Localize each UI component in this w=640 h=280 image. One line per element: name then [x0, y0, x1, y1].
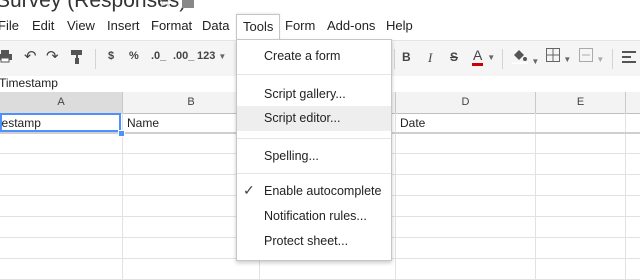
- cell-d1[interactable]: Date: [400, 116, 425, 130]
- italic-button[interactable]: I: [428, 50, 432, 66]
- fill-handle[interactable]: [118, 130, 125, 137]
- more-formats-label: 123: [197, 50, 216, 62]
- paint-format-icon[interactable]: [70, 49, 84, 67]
- checkmark-icon: ✓: [243, 182, 255, 198]
- menu-item-label: Enable autocomplete: [264, 184, 382, 198]
- menu-item-label: Notification rules...: [264, 209, 367, 223]
- strikethrough-button[interactable]: S: [450, 50, 458, 64]
- merge-cells-button[interactable]: ▼: [579, 48, 604, 65]
- menu-item-label: Create a form: [264, 49, 341, 63]
- folder-icon[interactable]: [182, 0, 194, 8]
- chevron-down-icon: ▼: [596, 55, 605, 64]
- menu-help[interactable]: Help: [386, 18, 413, 33]
- chevron-down-icon: ▼: [563, 55, 572, 64]
- menu-addons[interactable]: Add-ons: [327, 18, 375, 33]
- menu-item-script-gallery[interactable]: Script gallery...: [237, 82, 391, 107]
- menu-data[interactable]: Data: [202, 18, 229, 33]
- column-header-a[interactable]: A: [0, 92, 123, 113]
- more-formats-button[interactable]: 123 ▼: [197, 50, 226, 62]
- borders-icon: [546, 48, 560, 62]
- menu-tools[interactable]: Tools: [243, 19, 273, 34]
- grid-line: [535, 113, 536, 280]
- active-cell-outline: [0, 113, 121, 132]
- menu-separator: [237, 74, 391, 75]
- chevron-down-icon: ▼: [531, 57, 540, 66]
- menu-separator: [237, 173, 391, 174]
- menu-item-label: Script gallery...: [264, 87, 346, 101]
- menu-item-create-form[interactable]: Create a form: [237, 44, 391, 69]
- paint-bucket-icon: [512, 50, 528, 64]
- undo-icon[interactable]: ↶: [24, 47, 37, 65]
- toolbar-separator: [502, 49, 503, 69]
- grid-line: [395, 113, 396, 280]
- star-icon[interactable]: ☆: [157, 0, 173, 12]
- increase-decimals-button[interactable]: .00_: [173, 50, 194, 62]
- menu-item-enable-autocomplete[interactable]: ✓ Enable autocomplete: [237, 179, 391, 204]
- text-color-label: A: [472, 47, 484, 66]
- menu-separator: [237, 138, 391, 139]
- menu-item-label: Script editor...: [264, 111, 341, 125]
- toolbar-separator: [394, 49, 395, 69]
- formula-value[interactable]: Timestamp: [0, 76, 58, 90]
- title-bar: Survey (Responses) ☆: [0, 0, 640, 14]
- menu-form[interactable]: Form: [285, 18, 315, 33]
- align-left-icon[interactable]: [622, 51, 636, 66]
- decrease-decimals-button[interactable]: .0_: [151, 50, 166, 62]
- menu-tools-active[interactable]: Tools: [236, 14, 280, 40]
- grid-line: [625, 113, 626, 280]
- column-header-d[interactable]: D: [396, 92, 536, 113]
- grid-line: [122, 113, 123, 280]
- borders-button[interactable]: ▼: [546, 48, 571, 65]
- menu-edit[interactable]: Edit: [32, 18, 54, 33]
- menu-bar: File Edit View Insert Format Data Tools …: [0, 14, 640, 40]
- cell-b1[interactable]: Name: [127, 116, 159, 130]
- fill-color-button[interactable]: ▼: [512, 48, 539, 67]
- menu-item-protect-sheet[interactable]: Protect sheet...: [237, 229, 391, 254]
- toolbar-separator: [95, 49, 96, 69]
- bold-button[interactable]: B: [402, 50, 411, 64]
- menu-insert[interactable]: Insert: [107, 18, 140, 33]
- print-icon[interactable]: [0, 49, 12, 66]
- menu-view[interactable]: View: [67, 18, 95, 33]
- menu-item-label: Spelling...: [264, 149, 319, 163]
- text-color-button[interactable]: A ▼: [472, 47, 496, 66]
- menu-item-spelling[interactable]: Spelling...: [237, 144, 391, 169]
- column-header-e[interactable]: E: [536, 92, 626, 113]
- chevron-down-icon: ▼: [218, 52, 227, 61]
- menu-item-label: Protect sheet...: [264, 234, 349, 248]
- merge-cells-icon: [579, 48, 593, 62]
- currency-format-button[interactable]: $: [108, 50, 114, 62]
- column-header-f[interactable]: [626, 92, 640, 113]
- menu-item-script-editor[interactable]: Script editor...: [237, 106, 391, 131]
- tools-dropdown-menu: Create a form Script gallery... Script e…: [236, 39, 392, 261]
- toolbar-separator: [612, 49, 613, 69]
- redo-icon[interactable]: ↷: [46, 47, 59, 65]
- menu-format[interactable]: Format: [151, 18, 192, 33]
- percent-format-button[interactable]: %: [129, 50, 139, 62]
- chevron-down-icon: ▼: [487, 53, 496, 62]
- menu-item-notification-rules[interactable]: Notification rules...: [237, 204, 391, 229]
- menu-file[interactable]: File: [0, 18, 19, 33]
